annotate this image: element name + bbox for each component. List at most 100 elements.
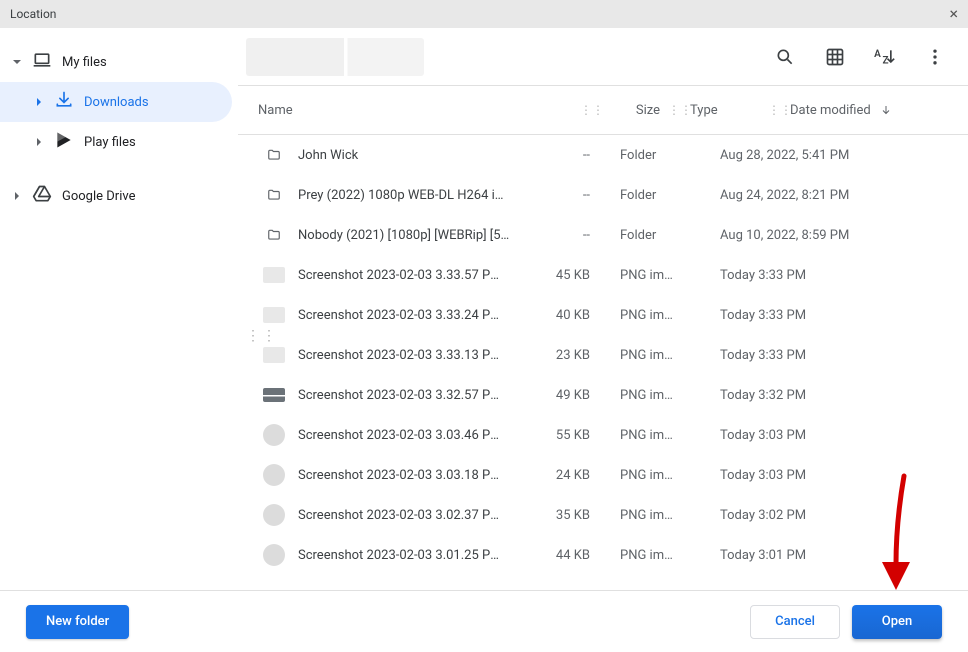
file-row[interactable]: Prey (2022) 1080p WEB-DL H264 iTA…--Fold… [238, 175, 968, 215]
google-drive-icon [32, 184, 52, 208]
file-thumbnail [258, 347, 290, 363]
new-folder-button[interactable]: New folder [26, 605, 129, 639]
file-row[interactable]: Screenshot 2023-02-03 3.33.57 PM.p… 45 KB… [238, 255, 968, 295]
file-size: 23 KB [520, 348, 598, 363]
file-thumbnail [258, 544, 290, 566]
file-date: Aug 10, 2022, 8:59 PM [708, 228, 890, 243]
file-name: Screenshot 2023-02-03 3.32.57 PM.p… [290, 388, 510, 403]
chevron-right-icon[interactable] [12, 191, 22, 201]
file-type: PNG im… [608, 348, 698, 363]
sidebar: My files Downloads Play files [0, 28, 238, 590]
file-name: Screenshot 2023-02-03 3.33.57 PM.p… [290, 268, 510, 283]
laptop-icon [32, 50, 52, 74]
file-thumbnail [258, 424, 290, 446]
column-resize-handle[interactable]: ⋮⋮ [668, 103, 678, 117]
file-row[interactable]: Screenshot 2023-02-03 3.32.57 PM.p…49 KB… [238, 375, 968, 415]
sidebar-item-my-files[interactable]: My files [0, 42, 238, 82]
chevron-right-icon[interactable] [34, 137, 44, 147]
file-name: Prey (2022) 1080p WEB-DL H264 iTA… [290, 188, 510, 203]
file-name: Screenshot 2023-02-03 3.33.24 PM.p… [290, 308, 510, 323]
grid-view-icon[interactable] [824, 46, 846, 68]
file-date: Today 3:33 PM [708, 268, 890, 283]
svg-text:Z: Z [883, 55, 889, 66]
column-header-date-label: Date modified [790, 103, 871, 118]
sort-az-icon[interactable]: AZ [874, 46, 896, 68]
folder-icon [258, 228, 290, 242]
content: AZ Name ⋮⋮ Size ⋮⋮ Type ⋮⋮ Date modified… [238, 28, 968, 590]
column-resize-handle[interactable]: ⋮⋮ [580, 103, 590, 117]
file-row[interactable]: Screenshot 2023-02-03 3.03.18 PM.p… 24 KB… [238, 455, 968, 495]
file-name: John Wick [290, 148, 510, 163]
file-type: PNG im… [608, 468, 698, 483]
file-type: PNG im… [608, 508, 698, 523]
file-name: Screenshot 2023-02-03 3.03.18 PM.p… [290, 468, 510, 483]
breadcrumb[interactable] [246, 38, 424, 76]
sidebar-item-downloads[interactable]: Downloads [0, 82, 232, 122]
chevron-right-icon[interactable] [34, 97, 44, 107]
file-row[interactable]: John Wick--FolderAug 28, 2022, 5:41 PM [238, 135, 968, 175]
search-icon[interactable] [774, 46, 796, 68]
sidebar-item-label: My files [62, 55, 107, 70]
sidebar-item-play-files[interactable]: Play files [0, 122, 238, 162]
column-header-type[interactable]: Type [678, 103, 768, 118]
sidebar-item-label: Google Drive [62, 189, 135, 204]
file-name: Screenshot 2023-02-03 3.03.46 PM.p… [290, 428, 510, 443]
folder-icon [258, 148, 290, 162]
file-type: PNG im… [608, 308, 698, 323]
sidebar-item-google-drive[interactable]: Google Drive [0, 176, 238, 216]
column-header-size[interactable]: Size [590, 103, 668, 118]
download-icon [54, 90, 74, 114]
column-header-date[interactable]: Date modified [778, 102, 960, 118]
file-row[interactable]: Screenshot 2023-02-03 3.02.37 PM.p…35 KB… [238, 495, 968, 535]
file-date: Today 3:01 PM [708, 548, 890, 563]
file-date: Today 3:03 PM [708, 428, 890, 443]
sidebar-item-label: Downloads [84, 95, 149, 110]
chevron-down-icon[interactable] [12, 57, 22, 67]
column-header-name[interactable]: Name [258, 103, 580, 118]
file-row[interactable]: Screenshot 2023-02-03 3.01.25 PM.p…44 KB… [238, 535, 968, 575]
file-thumbnail [258, 464, 290, 486]
file-size: 45 KB [520, 268, 598, 283]
file-row[interactable]: Screenshot 2023-02-03 3.33.24 PM.p… 40 KB… [238, 295, 968, 335]
file-row[interactable]: Screenshot 2023-02-03 3.03.46 PM.p… 55 KB… [238, 415, 968, 455]
dialog-title: Location [10, 7, 56, 21]
svg-text:A: A [874, 49, 881, 60]
file-size: 55 KB [520, 428, 598, 443]
table-header: Name ⋮⋮ Size ⋮⋮ Type ⋮⋮ Date modified [238, 86, 968, 134]
file-type: PNG im… [608, 428, 698, 443]
file-date: Today 3:03 PM [708, 468, 890, 483]
folder-icon [258, 188, 290, 202]
file-thumbnail [258, 267, 290, 283]
file-type: PNG im… [608, 268, 698, 283]
content-header: AZ [238, 28, 968, 86]
file-row[interactable]: Screenshot 2023-02-03 3.33.13 PM.p… 23 KB… [238, 335, 968, 375]
file-thumbnail [258, 504, 290, 526]
file-size: 24 KB [520, 468, 598, 483]
file-list[interactable]: John Wick -- Folder Aug 28, 2022, 5:41 PM Pr… [238, 134, 968, 590]
open-button[interactable]: Open [852, 605, 942, 639]
file-name: Screenshot 2023-02-03 3.02.37 PM.p… [290, 508, 510, 523]
file-name: Screenshot 2023-02-03 3.33.13 PM.p… [290, 348, 510, 363]
titlebar: Location × [0, 0, 968, 28]
file-name: Screenshot 2023-02-03 3.01.25 PM.p… [290, 548, 510, 563]
file-thumbnail [258, 388, 290, 402]
file-date: Aug 28, 2022, 5:41 PM [708, 148, 890, 163]
file-size: -- [520, 188, 598, 203]
file-thumbnail [258, 307, 290, 323]
column-resize-handle[interactable]: ⋮⋮ [768, 103, 778, 117]
file-size: 40 KB [520, 308, 598, 323]
file-date: Aug 24, 2022, 8:21 PM [708, 188, 890, 203]
file-date: Today 3:33 PM [708, 348, 890, 363]
file-type: PNG im… [608, 388, 698, 403]
cancel-button[interactable]: Cancel [750, 605, 840, 639]
main-area: My files Downloads Play files [0, 28, 968, 590]
play-icon [54, 130, 74, 154]
more-vert-icon[interactable] [924, 46, 946, 68]
sort-desc-icon [880, 104, 892, 120]
file-name: Nobody (2021) [1080p] [WEBRip] [5.1]… [290, 228, 510, 243]
close-icon[interactable]: × [949, 6, 958, 22]
sidebar-item-label: Play files [84, 135, 136, 150]
file-row[interactable]: Nobody (2021) [1080p] [WEBRip] [5.1]…--F… [238, 215, 968, 255]
file-type: PNG im… [608, 548, 698, 563]
file-type: Folder [608, 148, 698, 163]
